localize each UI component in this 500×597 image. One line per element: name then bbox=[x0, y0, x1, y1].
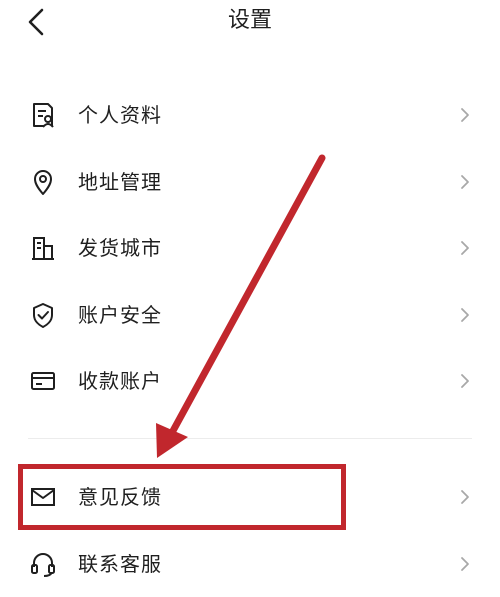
settings-item-label: 意见反馈 bbox=[78, 483, 162, 511]
chevron-right-icon bbox=[458, 105, 472, 125]
chevron-right-icon bbox=[458, 172, 472, 192]
settings-item-label: 联系客服 bbox=[78, 550, 162, 578]
settings-item-label: 地址管理 bbox=[78, 168, 162, 196]
settings-item-ship-city[interactable]: 发货城市 bbox=[0, 215, 500, 282]
chevron-right-icon bbox=[458, 487, 472, 507]
settings-item-label: 收款账户 bbox=[78, 367, 162, 395]
shield-check-icon bbox=[28, 300, 58, 330]
settings-item-security[interactable]: 账户安全 bbox=[0, 282, 500, 349]
card-icon bbox=[28, 366, 58, 396]
chevron-right-icon bbox=[458, 238, 472, 258]
chevron-right-icon bbox=[458, 371, 472, 391]
settings-list-secondary: 意见反馈 联系客服 bbox=[0, 464, 500, 597]
chevron-right-icon bbox=[458, 305, 472, 325]
location-pin-icon bbox=[28, 167, 58, 197]
settings-list-primary: 个人资料 地址管理 发货城市 账户安全 bbox=[0, 82, 500, 415]
settings-item-customer-service[interactable]: 联系客服 bbox=[0, 531, 500, 597]
settings-item-profile[interactable]: 个人资料 bbox=[0, 82, 500, 149]
nav-header: 设置 bbox=[0, 0, 500, 44]
settings-item-label: 账户安全 bbox=[78, 301, 162, 329]
settings-item-label: 发货城市 bbox=[78, 234, 162, 262]
settings-item-payout-account[interactable]: 收款账户 bbox=[0, 348, 500, 415]
building-icon bbox=[28, 233, 58, 263]
settings-item-address[interactable]: 地址管理 bbox=[0, 149, 500, 216]
headset-icon bbox=[28, 549, 58, 579]
section-divider bbox=[28, 438, 472, 439]
page-title: 设置 bbox=[0, 6, 500, 36]
mail-icon bbox=[28, 482, 58, 512]
profile-doc-icon bbox=[28, 100, 58, 130]
chevron-right-icon bbox=[458, 554, 472, 574]
settings-item-label: 个人资料 bbox=[78, 101, 162, 129]
settings-item-feedback[interactable]: 意见反馈 bbox=[0, 464, 500, 531]
